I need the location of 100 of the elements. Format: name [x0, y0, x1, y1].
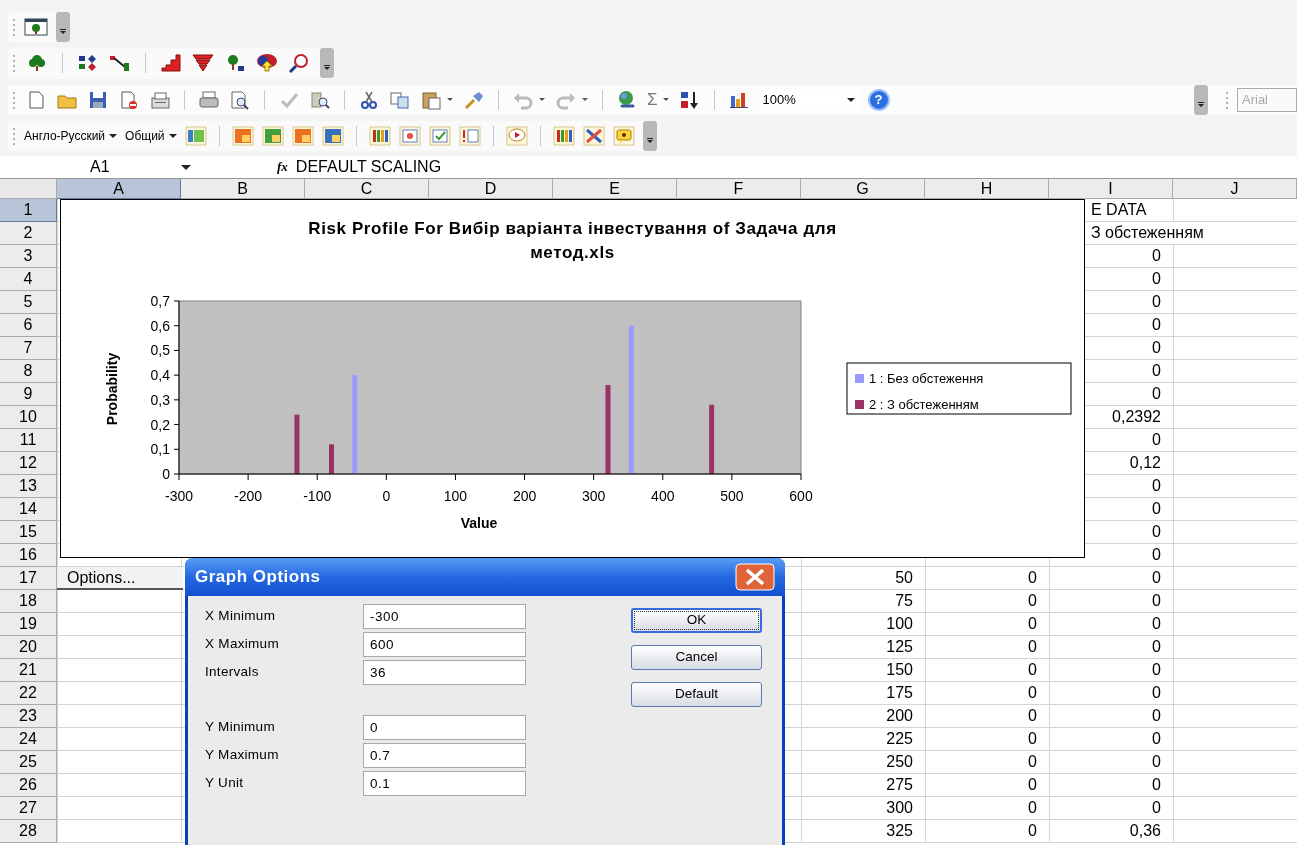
print-icon[interactable] — [198, 89, 220, 110]
translator-dropdown[interactable]: Англо-Русский — [24, 126, 118, 145]
x-tick-label: -300 — [165, 488, 193, 504]
funnel-icon[interactable] — [192, 53, 214, 74]
row-header[interactable]: 17 — [0, 567, 57, 590]
mail-icon[interactable] — [149, 89, 171, 110]
insert-function-button[interactable]: fx — [277, 157, 288, 177]
row-header[interactable]: 22 — [0, 682, 57, 705]
cut-icon[interactable] — [358, 89, 380, 110]
row-header[interactable]: 16 — [0, 544, 57, 567]
sheet-export-icon[interactable] — [231, 125, 254, 146]
overflow-icon[interactable] — [642, 120, 657, 151]
row-header[interactable]: 8 — [0, 360, 57, 383]
row-header[interactable]: 12 — [0, 452, 57, 475]
row-header[interactable]: 21 — [0, 659, 57, 682]
speech-play-icon[interactable] — [505, 125, 528, 146]
column-header[interactable]: I — [1049, 179, 1173, 199]
magnifier-icon[interactable] — [288, 53, 310, 74]
column-header[interactable]: D — [429, 179, 553, 199]
print-preview-icon[interactable] — [229, 89, 251, 110]
row-header[interactable]: 5 — [0, 291, 57, 314]
save-icon[interactable] — [87, 89, 109, 110]
dialog-button[interactable]: Cancel — [631, 645, 762, 670]
toolbar-grip-icon[interactable] — [12, 125, 16, 146]
help-button[interactable]: ? — [867, 88, 890, 111]
overflow-icon[interactable] — [320, 48, 334, 79]
row-header[interactable]: 15 — [0, 521, 57, 544]
input-field[interactable]: -300 — [363, 604, 526, 629]
row-header[interactable]: 23 — [0, 705, 57, 728]
connector-arrow-icon[interactable] — [109, 53, 131, 74]
paste-icon[interactable] — [420, 89, 442, 110]
row-header[interactable]: 10 — [0, 406, 57, 429]
input-field[interactable]: 0 — [363, 715, 526, 740]
toolbar-grip-icon[interactable] — [1225, 89, 1229, 110]
sheet-export-icon[interactable] — [291, 125, 314, 146]
row-header[interactable]: 19 — [0, 613, 57, 636]
row-header[interactable]: 4 — [0, 268, 57, 291]
row-header[interactable]: 24 — [0, 728, 57, 751]
options-button[interactable]: Options... — [57, 567, 183, 590]
window-tree-icon[interactable] — [24, 17, 48, 37]
data-map-icon[interactable] — [184, 125, 207, 146]
row-header[interactable]: 18 — [0, 590, 57, 613]
column-header[interactable]: A — [57, 179, 181, 199]
column-header[interactable]: G — [801, 179, 925, 199]
row-header[interactable]: 11 — [0, 429, 57, 452]
row-header[interactable]: 25 — [0, 751, 57, 774]
column-header[interactable]: H — [925, 179, 1049, 199]
alert-list-icon[interactable] — [458, 125, 481, 146]
checklist-icon[interactable] — [428, 125, 451, 146]
row-header[interactable]: 20 — [0, 636, 57, 659]
sheet-import-icon[interactable] — [261, 125, 284, 146]
sheet-link-icon[interactable] — [321, 125, 344, 146]
toolbar-grip-icon[interactable] — [12, 89, 16, 110]
autosum-button[interactable]: Σ — [647, 91, 658, 109]
column-header[interactable]: E — [553, 179, 677, 199]
input-field[interactable]: 0.1 — [363, 771, 526, 796]
row-header[interactable]: 2 — [0, 222, 57, 245]
nodes-icon[interactable] — [77, 53, 99, 74]
overflow-icon[interactable] — [1194, 84, 1208, 115]
sort-ascending-icon[interactable] — [678, 89, 701, 110]
overflow-icon[interactable] — [56, 12, 70, 42]
step-chart-icon[interactable] — [160, 53, 182, 74]
column-header[interactable]: F — [677, 179, 801, 199]
tree-icon[interactable] — [26, 53, 48, 74]
toolbar-grip-icon[interactable] — [12, 17, 16, 37]
row-header[interactable]: 7 — [0, 337, 57, 360]
row-header[interactable]: 13 — [0, 475, 57, 498]
row-header[interactable]: 3 — [0, 245, 57, 268]
style-dropdown[interactable]: Общий — [125, 126, 177, 145]
shapes-icon[interactable] — [256, 53, 278, 74]
row-header[interactable]: 28 — [0, 820, 57, 843]
input-field[interactable]: 600 — [363, 632, 526, 657]
y-tick-label: 0 — [162, 466, 170, 482]
tools-icon[interactable] — [582, 125, 605, 146]
format-painter-icon[interactable] — [463, 89, 485, 110]
input-field[interactable]: 0.7 — [363, 743, 526, 768]
copy-icon[interactable] — [389, 89, 411, 110]
close-icon[interactable] — [735, 563, 775, 591]
research-icon[interactable] — [309, 89, 331, 110]
column-header[interactable]: J — [1173, 179, 1297, 199]
column-header[interactable]: C — [305, 179, 429, 199]
permission-icon[interactable] — [118, 89, 140, 110]
input-field[interactable]: 36 — [363, 660, 526, 685]
books-icon[interactable] — [368, 125, 391, 146]
dialog-button[interactable]: Default — [631, 682, 762, 707]
row-header[interactable]: 27 — [0, 797, 57, 820]
dialog-button[interactable]: OK — [631, 608, 762, 633]
row-header[interactable]: 6 — [0, 314, 57, 337]
row-header[interactable]: 1 — [0, 199, 57, 222]
books-icon[interactable] — [552, 125, 575, 146]
row-header[interactable]: 9 — [0, 383, 57, 406]
target-icon[interactable] — [398, 125, 421, 146]
table-cell-text: 0,2392 — [1112, 407, 1161, 427]
row-header[interactable]: 26 — [0, 774, 57, 797]
table-cell-text: 0 — [1152, 476, 1161, 496]
formula-field[interactable]: DEFAULT SCALING — [295, 155, 1297, 178]
column-header[interactable]: B — [181, 179, 305, 199]
toolbar-grip-icon[interactable] — [12, 53, 16, 74]
row-header[interactable]: 14 — [0, 498, 57, 521]
help-bubble-icon[interactable] — [612, 125, 635, 146]
